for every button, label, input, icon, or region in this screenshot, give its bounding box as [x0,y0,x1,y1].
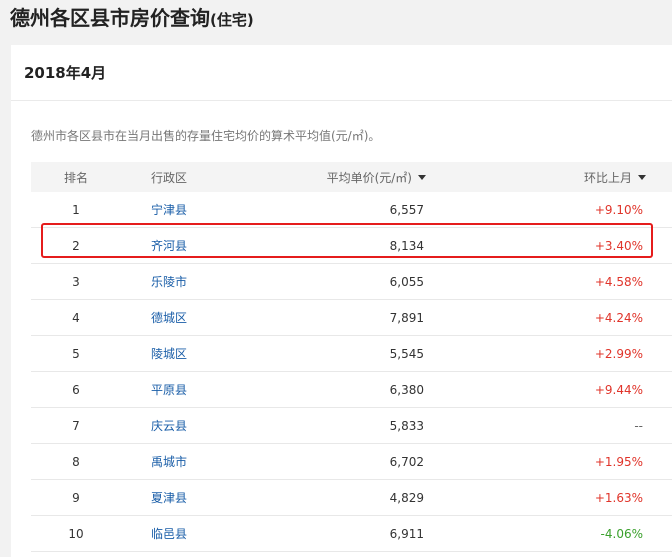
change-cell: +1.63% [594,490,643,505]
header-price-sort[interactable]: 平均单价(元/㎡) [278,162,426,192]
district-link[interactable]: 禹城市 [151,444,187,479]
district-link[interactable]: 临邑县 [151,516,187,551]
change-cell: +9.44% [594,382,643,397]
rank-cell: 8 [72,454,80,469]
change-cell: +3.40% [594,238,643,253]
price-cell: 6,380 [389,382,424,397]
district-link[interactable]: 夏津县 [151,480,187,515]
table-description: 德州市各区县市在当月出售的存量住宅均价的算术平均值(元/㎡)。 [31,129,381,143]
page-title-suffix: (住宅) [210,11,254,29]
header-rank: 排名 [63,170,88,185]
price-cell: 6,557 [389,202,424,217]
district-link[interactable]: 庆云县 [151,408,187,443]
rank-cell: 7 [72,418,80,433]
change-cell: +4.24% [594,310,643,325]
table-header: 排名 行政区 平均单价(元/㎡) 环比上月 [31,162,672,192]
table-row: 10 临邑县 6,911 -4.06% [31,516,672,552]
district-link[interactable]: 陵城区 [151,336,187,371]
month-header: 2018年4月 [11,45,672,101]
table-row: 3 乐陵市 6,055 +4.58% [31,264,672,300]
district-link[interactable]: 齐河县 [151,228,187,263]
header-district: 行政区 [151,170,188,185]
table-row: 5 陵城区 5,545 +2.99% [31,336,672,372]
table-row: 9 夏津县 4,829 +1.63% [31,480,672,516]
change-cell: +2.99% [594,346,643,361]
rank-cell: 6 [72,382,80,397]
rank-cell: 5 [72,346,80,361]
table-row: 6 平原县 6,380 +9.44% [31,372,672,408]
change-cell: +1.95% [594,454,643,469]
price-cell: 6,055 [389,274,424,289]
district-link[interactable]: 乐陵市 [151,264,187,299]
price-cell: 6,911 [389,526,424,541]
change-cell: +4.58% [594,274,643,289]
page-title-main: 德州各区县市房价查询 [10,6,210,30]
price-cell: 4,829 [389,490,424,505]
price-cell: 8,134 [389,238,424,253]
change-cell: -- [634,418,643,433]
table-row: 8 禹城市 6,702 +1.95% [31,444,672,480]
caret-down-icon [638,174,646,180]
caret-down-icon [418,174,426,180]
page-title: 德州各区县市房价查询(住宅) [10,2,254,31]
table-row: 4 德城区 7,891 +4.24% [31,300,672,336]
price-cell: 7,891 [389,310,424,325]
district-link[interactable]: 平原县 [151,372,187,407]
price-cell: 5,545 [389,346,424,361]
district-link[interactable]: 德城区 [151,300,187,335]
table-row: 1 宁津县 6,557 +9.10% [31,192,672,228]
price-cell: 6,702 [389,454,424,469]
district-link[interactable]: 宁津县 [151,192,187,227]
price-cell: 5,833 [389,418,424,433]
rank-cell: 2 [72,238,80,253]
rank-cell: 3 [72,274,80,289]
table-row: 2 齐河县 8,134 +3.40% [31,228,672,264]
rank-cell: 10 [68,526,84,541]
header-change-sort[interactable]: 环比上月 [452,162,646,192]
rank-cell: 1 [72,202,80,217]
table-row: 7 庆云县 5,833 -- [31,408,672,444]
change-cell: +9.10% [594,202,643,217]
rank-cell: 9 [72,490,80,505]
rank-cell: 4 [72,310,80,325]
change-cell: -4.06% [600,526,643,541]
